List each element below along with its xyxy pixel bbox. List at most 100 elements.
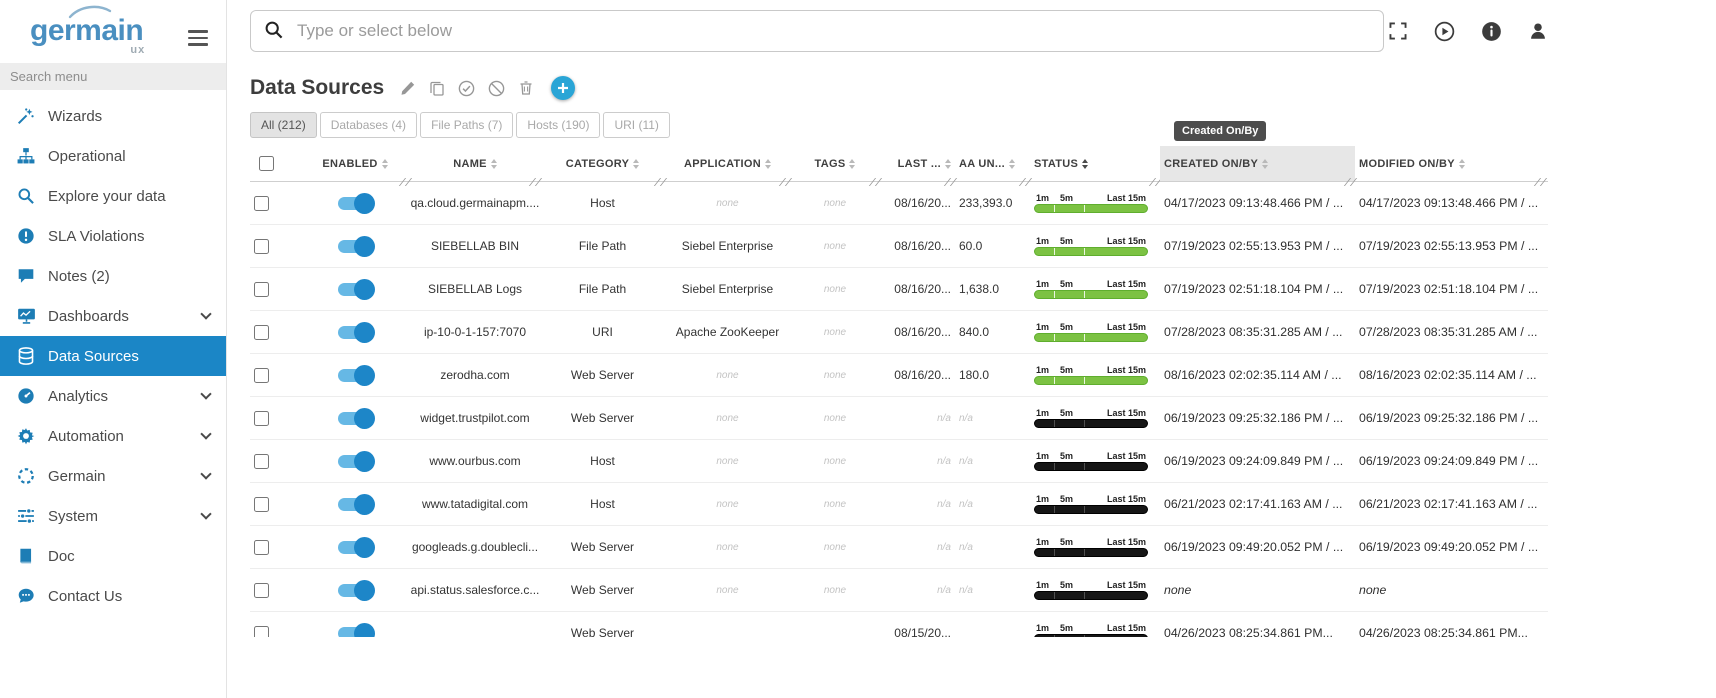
name-cell[interactable]: qa.cloud.germainapm.... bbox=[410, 182, 540, 224]
play-icon[interactable] bbox=[1434, 21, 1455, 42]
add-button[interactable] bbox=[551, 76, 575, 100]
tab-databases-4[interactable]: Databases (4) bbox=[320, 112, 417, 138]
row-checkbox[interactable] bbox=[254, 282, 269, 297]
table-row[interactable]: api.status.salesforce.c...Web Servernone… bbox=[250, 569, 1548, 612]
status-chart[interactable]: 1m5mLast 15m bbox=[1034, 623, 1148, 637]
status-chart[interactable]: 1m5mLast 15m bbox=[1034, 236, 1148, 256]
status-chart[interactable]: 1m5mLast 15m bbox=[1034, 580, 1148, 600]
table-row[interactable]: SIEBELLAB LogsFile PathSiebel Enterprise… bbox=[250, 268, 1548, 311]
status-chart[interactable]: 1m5mLast 15m bbox=[1034, 408, 1148, 428]
status-chart[interactable]: 1m5mLast 15m bbox=[1034, 537, 1148, 557]
disable-icon[interactable] bbox=[488, 80, 505, 97]
row-checkbox[interactable] bbox=[254, 325, 269, 340]
tab-all-212[interactable]: All (212) bbox=[250, 112, 317, 138]
row-checkbox[interactable] bbox=[254, 411, 269, 426]
name-cell[interactable]: zerodha.com bbox=[410, 354, 540, 396]
sidebar-item-doc[interactable]: Doc bbox=[0, 536, 226, 576]
sidebar-item-data-sources[interactable]: Data Sources bbox=[0, 336, 226, 376]
sidebar-item-germain[interactable]: Germain bbox=[0, 456, 226, 496]
column-header-aa-units[interactable]: AA UN... bbox=[955, 146, 1030, 181]
menu-icon[interactable] bbox=[188, 30, 208, 46]
table-row[interactable]: www.ourbus.comHostnonenonen/an/a1m5mLast… bbox=[250, 440, 1548, 483]
enabled-toggle[interactable] bbox=[338, 627, 372, 638]
sidebar-item-wizards[interactable]: Wizards bbox=[0, 96, 226, 136]
name-cell[interactable]: www.ourbus.com bbox=[410, 440, 540, 482]
table-row[interactable]: www.tatadigital.comHostnonenonen/an/a1m5… bbox=[250, 483, 1548, 526]
status-chart[interactable]: 1m5mLast 15m bbox=[1034, 494, 1148, 514]
name-cell[interactable]: SIEBELLAB BIN bbox=[410, 225, 540, 267]
enabled-toggle[interactable] bbox=[338, 541, 372, 554]
table-row[interactable]: widget.trustpilot.comWeb Servernonenonen… bbox=[250, 397, 1548, 440]
tab-hosts-190[interactable]: Hosts (190) bbox=[516, 112, 600, 138]
row-checkbox[interactable] bbox=[254, 239, 269, 254]
row-checkbox[interactable] bbox=[254, 626, 269, 638]
name-cell[interactable]: www.tatadigital.com bbox=[410, 483, 540, 525]
sidebar-item-automation[interactable]: Automation bbox=[0, 416, 226, 456]
table-row[interactable]: Web Server08/15/20...1m5mLast 15m04/26/2… bbox=[250, 612, 1548, 637]
row-checkbox[interactable] bbox=[254, 454, 269, 469]
enabled-toggle[interactable] bbox=[338, 498, 372, 511]
global-search-input[interactable] bbox=[250, 10, 1384, 52]
select-all-checkbox[interactable] bbox=[259, 156, 274, 171]
table-row[interactable]: ip-10-0-1-157:7070URIApache ZooKeepernon… bbox=[250, 311, 1548, 354]
fullscreen-icon[interactable] bbox=[1388, 21, 1408, 41]
sidebar-item-operational[interactable]: Operational bbox=[0, 136, 226, 176]
column-header-modified[interactable]: MODIFIED ON/BY bbox=[1355, 146, 1545, 181]
column-header-name[interactable]: NAME bbox=[410, 146, 540, 181]
row-checkbox[interactable] bbox=[254, 583, 269, 598]
sidebar-item-system[interactable]: System bbox=[0, 496, 226, 536]
delete-icon[interactable] bbox=[518, 80, 534, 96]
copy-icon[interactable] bbox=[429, 80, 445, 96]
row-checkbox[interactable] bbox=[254, 540, 269, 555]
table-row[interactable]: qa.cloud.germainapm....Hostnonenone08/16… bbox=[250, 182, 1548, 225]
name-cell[interactable]: api.status.salesforce.c... bbox=[410, 569, 540, 611]
sidebar-item-explore-your-data[interactable]: Explore your data bbox=[0, 176, 226, 216]
column-header-application[interactable]: APPLICATION bbox=[665, 146, 790, 181]
sidebar-item-dashboards[interactable]: Dashboards bbox=[0, 296, 226, 336]
sidebar-item-contact-us[interactable]: Contact Us bbox=[0, 576, 226, 616]
status-chart[interactable]: 1m5mLast 15m bbox=[1034, 279, 1148, 299]
enabled-toggle[interactable] bbox=[338, 326, 372, 339]
column-header-enabled[interactable]: ENABLED bbox=[300, 146, 410, 181]
enabled-toggle[interactable] bbox=[338, 412, 372, 425]
germain-logo[interactable]: germain ux bbox=[30, 14, 143, 47]
info-icon[interactable] bbox=[1481, 21, 1502, 42]
column-header-tags[interactable]: TAGS bbox=[790, 146, 880, 181]
status-chart[interactable]: 1m5mLast 15m bbox=[1034, 322, 1148, 342]
row-checkbox[interactable] bbox=[254, 196, 269, 211]
enabled-toggle[interactable] bbox=[338, 240, 372, 253]
table-row[interactable]: googleads.g.doublecli...Web Servernoneno… bbox=[250, 526, 1548, 569]
row-checkbox-cell bbox=[250, 225, 300, 267]
name-cell[interactable]: widget.trustpilot.com bbox=[410, 397, 540, 439]
enabled-toggle[interactable] bbox=[338, 197, 372, 210]
enabled-toggle[interactable] bbox=[338, 283, 372, 296]
name-cell[interactable] bbox=[410, 612, 540, 637]
status-chart[interactable]: 1m5mLast 15m bbox=[1034, 451, 1148, 471]
name-cell[interactable]: ip-10-0-1-157:7070 bbox=[410, 311, 540, 353]
sidebar-search-input[interactable] bbox=[0, 63, 226, 90]
enabled-toggle[interactable] bbox=[338, 369, 372, 382]
column-header-status[interactable]: STATUS bbox=[1030, 146, 1160, 181]
status-chart[interactable]: 1m5mLast 15m bbox=[1034, 365, 1148, 385]
edit-icon[interactable] bbox=[400, 80, 416, 96]
enabled-toggle[interactable] bbox=[338, 455, 372, 468]
column-header-created[interactable]: CREATED ON/BY bbox=[1160, 146, 1355, 181]
status-chart[interactable]: 1m5mLast 15m bbox=[1034, 193, 1148, 213]
row-checkbox[interactable] bbox=[254, 368, 269, 383]
name-cell[interactable]: googleads.g.doublecli... bbox=[410, 526, 540, 568]
row-checkbox[interactable] bbox=[254, 497, 269, 512]
enabled-toggle[interactable] bbox=[338, 584, 372, 597]
column-header-last[interactable]: LAST ... bbox=[880, 146, 955, 181]
user-icon[interactable] bbox=[1528, 21, 1548, 41]
approve-icon[interactable] bbox=[458, 80, 475, 97]
name-cell[interactable]: SIEBELLAB Logs bbox=[410, 268, 540, 310]
tab-file-paths-7[interactable]: File Paths (7) bbox=[420, 112, 513, 138]
sidebar-item-analytics[interactable]: Analytics bbox=[0, 376, 226, 416]
column-header-category[interactable]: CATEGORY bbox=[540, 146, 665, 181]
sidebar-item-sla-violations[interactable]: SLA Violations bbox=[0, 216, 226, 256]
tab-uri-11[interactable]: URI (11) bbox=[603, 112, 669, 138]
table-row[interactable]: SIEBELLAB BINFile PathSiebel Enterprisen… bbox=[250, 225, 1548, 268]
column-label: APPLICATION bbox=[684, 158, 761, 170]
sidebar-item-notes-2[interactable]: Notes (2) bbox=[0, 256, 226, 296]
table-row[interactable]: zerodha.comWeb Servernonenone08/16/20...… bbox=[250, 354, 1548, 397]
